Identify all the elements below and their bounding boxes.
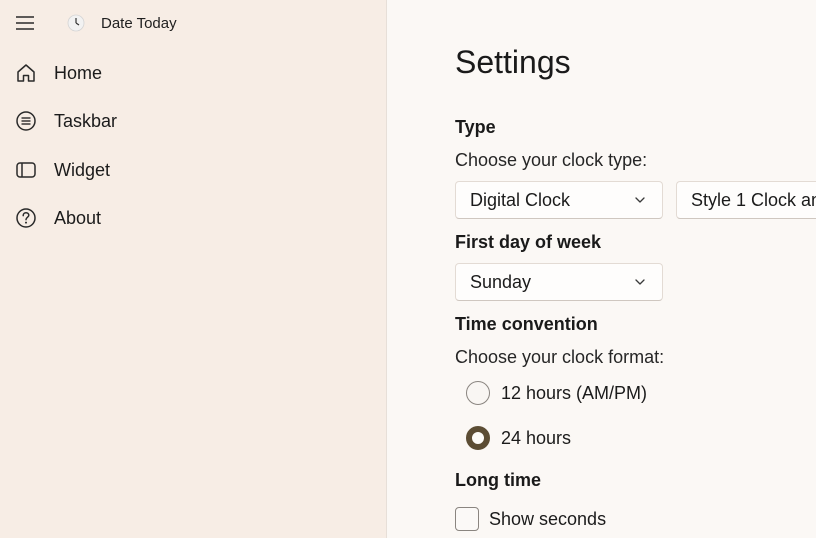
checkbox-label: Show seconds	[489, 508, 607, 529]
radio-24-hours[interactable]: 24 hours	[466, 423, 571, 453]
first-day-heading: First day of week	[455, 232, 602, 252]
time-convention-heading: Time convention	[455, 314, 598, 334]
checkbox-indicator	[455, 507, 479, 531]
page-title: Settings	[455, 44, 571, 80]
sidebar-item-home[interactable]: Home	[6, 53, 376, 93]
type-heading: Type	[455, 117, 496, 137]
sidebar-item-label: Home	[54, 62, 103, 83]
sidebar-item-taskbar[interactable]: Taskbar	[6, 101, 376, 141]
widget-icon	[8, 150, 44, 190]
clock-type-description: Choose your clock type:	[455, 150, 648, 170]
radio-indicator	[466, 426, 490, 450]
clock-style-dropdown[interactable]: Style 1 Clock and	[676, 181, 816, 219]
clock-style-value: Style 1 Clock and	[691, 189, 816, 210]
first-day-dropdown[interactable]: Sunday	[455, 263, 663, 301]
radio-label: 24 hours	[501, 427, 572, 448]
clock-type-dropdown[interactable]: Digital Clock	[455, 181, 663, 219]
first-day-value: Sunday	[470, 271, 532, 292]
sidebar-item-label: About	[54, 207, 102, 228]
sidebar-item-label: Taskbar	[54, 110, 118, 131]
sidebar-item-widget[interactable]: Widget	[6, 150, 376, 190]
hamburger-menu-button[interactable]	[10, 9, 40, 37]
sidebar-item-label: Widget	[54, 159, 111, 180]
sidebar: Date Today Home Taskbar Widget About	[0, 0, 387, 538]
show-seconds-checkbox[interactable]: Show seconds	[455, 506, 606, 532]
app-title: Date Today	[101, 15, 177, 32]
home-icon	[8, 53, 44, 93]
clock-format-description: Choose your clock format:	[455, 347, 665, 367]
radio-label: 12 hours (AM/PM)	[501, 382, 648, 403]
title-bar: Date Today	[0, 0, 387, 46]
settings-page: Settings Type Choose your clock type: Di…	[388, 0, 816, 538]
help-circle-icon	[8, 198, 44, 238]
taskbar-icon	[8, 101, 44, 141]
radio-12-hours[interactable]: 12 hours (AM/PM)	[466, 378, 647, 408]
sidebar-item-about[interactable]: About	[6, 198, 376, 238]
long-time-heading: Long time	[455, 470, 541, 490]
clock-app-icon	[67, 14, 85, 32]
chevron-down-icon	[635, 197, 645, 203]
radio-indicator	[466, 381, 490, 405]
hamburger-icon	[16, 16, 34, 30]
chevron-down-icon	[635, 279, 645, 285]
clock-type-value: Digital Clock	[470, 189, 571, 210]
